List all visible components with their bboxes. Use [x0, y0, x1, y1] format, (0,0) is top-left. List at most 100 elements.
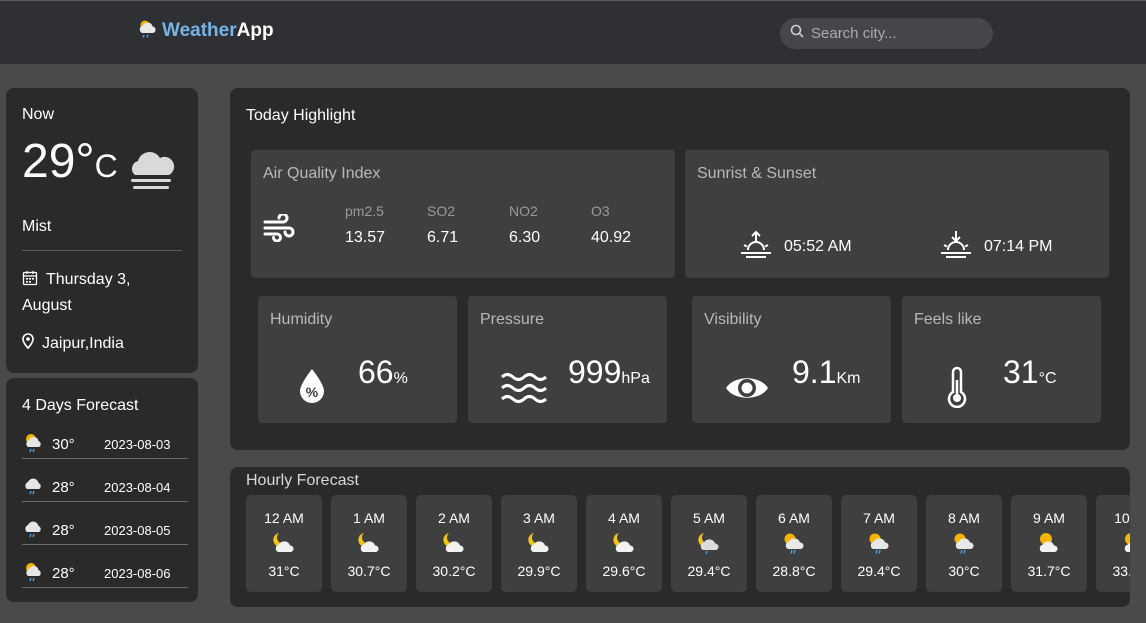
moon-cloud-rain-icon: [671, 530, 747, 556]
brand-logo[interactable]: Weather App: [137, 19, 274, 43]
current-date: Thursday 3, August: [22, 271, 131, 314]
feels-like-tile: Feels like 31°C: [902, 296, 1101, 423]
top-navbar: Weather App: [0, 0, 1146, 64]
feels-like-value: 31: [1003, 354, 1039, 390]
aqi-o3: O3 40.92: [591, 203, 661, 247]
highlight-title: Today Highlight: [246, 107, 356, 124]
humidity-value-group: 66%: [358, 354, 408, 391]
forecast-title: 4 Days Forecast: [22, 397, 139, 414]
hourly-forecast-card[interactable]: Hourly Forecast 12 AM 31°C 1 AM 30.7°C 2 AM 3…: [230, 467, 1130, 607]
hourly-temp: 31°C: [268, 563, 300, 579]
humidity-title: Humidity: [270, 311, 333, 328]
moon-cloud-icon: [246, 530, 322, 556]
hourly-item: 10 AM 33.1°C: [1096, 495, 1130, 592]
feels-like-title: Feels like: [914, 311, 982, 328]
forecast-row: 30° 2023-08-03: [22, 431, 188, 459]
sun-title: Sunrist & Sunset: [697, 165, 817, 182]
location-pin-icon: [22, 333, 34, 354]
hourly-time: 1 AM: [353, 510, 385, 526]
waves-icon: [500, 370, 548, 411]
hourly-item: 12 AM 31°C: [246, 495, 322, 592]
hourly-temp: 29.9°C: [517, 563, 561, 579]
hourly-temp: 30°C: [948, 563, 980, 579]
aqi-label: SO2: [427, 203, 456, 219]
sun-cloud-rain-icon: [926, 530, 1002, 556]
visibility-tile: Visibility 9.1Km: [692, 296, 891, 423]
hourly-temp: 31.7°C: [1027, 563, 1071, 579]
hourly-item: 4 AM 29.6°C: [586, 495, 662, 592]
aqi-value: 13.57: [345, 229, 386, 246]
sunset-icon: [940, 228, 972, 265]
calendar-icon: [22, 270, 38, 294]
humidity-drop-icon: %: [298, 367, 326, 408]
hourly-item: 6 AM 28.8°C: [756, 495, 832, 592]
current-location-row: Jaipur,India: [22, 333, 124, 354]
current-date-row: Thursday 3, August: [22, 268, 182, 318]
hourly-time: 12 AM: [264, 510, 304, 526]
hourly-temp: 30.7°C: [347, 563, 391, 579]
sun-cloud-rain-icon: [841, 530, 917, 556]
aqi-title: Air Quality Index: [263, 165, 381, 182]
aqi-value: 40.92: [591, 229, 632, 246]
divider: [22, 250, 182, 251]
hourly-time: 7 AM: [863, 510, 895, 526]
hourly-temp: 30.2°C: [432, 563, 476, 579]
forecast-date: 2023-08-06: [104, 566, 171, 581]
forecast-temp: 28°: [52, 522, 75, 539]
forecast-date: 2023-08-05: [104, 523, 171, 538]
aqi-value: 6.71: [427, 229, 459, 246]
sun-cloud-icon: [1011, 530, 1087, 556]
forecast-temp: 30°: [52, 436, 75, 453]
hourly-time: 8 AM: [948, 510, 980, 526]
hourly-temp: 29.4°C: [687, 563, 731, 579]
visibility-unit: Km: [836, 370, 861, 387]
forecast-temp: 28°: [52, 479, 75, 496]
hourly-time: 2 AM: [438, 510, 470, 526]
forecast-temp: 28°: [52, 565, 75, 582]
current-condition: Mist: [22, 218, 52, 235]
now-label: Now: [22, 106, 55, 123]
hourly-temp: 33.1°C: [1112, 563, 1130, 579]
search-bar[interactable]: [780, 18, 993, 49]
sunrise-item: 05:52 AM: [740, 228, 852, 265]
air-quality-tile: Air Quality Index pm2.5 13.57 SO2 6.71 N…: [251, 150, 675, 278]
pressure-value-group: 999hPa: [568, 354, 650, 391]
cloud-rain-icon: [22, 474, 52, 501]
hourly-time: 10 AM: [1114, 510, 1130, 526]
aqi-label: O3: [591, 203, 610, 219]
humidity-value: 66: [358, 354, 394, 390]
forecast-row: 28° 2023-08-04: [22, 474, 188, 502]
sun-cloud-rain-icon: [756, 530, 832, 556]
sun-cloud-icon: [1096, 530, 1130, 556]
forecast-date: 2023-08-04: [104, 480, 171, 495]
sunrise-icon: [740, 228, 772, 265]
current-temp-unit: C: [94, 148, 118, 184]
hourly-time: 5 AM: [693, 510, 725, 526]
brand-name-app: App: [236, 20, 274, 41]
hourly-title: Hourly Forecast: [246, 472, 359, 489]
sun-cloud-rain-icon: [22, 560, 52, 587]
sun-cloud-rain-icon: [22, 431, 52, 458]
current-weather-card: Now 29°C Mist Thursday 3, August Jaipur,…: [6, 88, 198, 373]
sunset-time: 07:14 PM: [984, 237, 1053, 255]
moon-cloud-icon: [501, 530, 577, 556]
feels-like-value-group: 31°C: [1003, 354, 1057, 391]
aqi-so2: SO2 6.71: [427, 203, 497, 247]
search-input[interactable]: [811, 25, 986, 42]
forecast-date: 2023-08-03: [104, 437, 171, 452]
hourly-time: 4 AM: [608, 510, 640, 526]
aqi-pm25: pm2.5 13.57: [345, 203, 415, 247]
visibility-value: 9.1: [792, 354, 837, 390]
sunrise-time: 05:52 AM: [784, 237, 852, 255]
pressure-title: Pressure: [480, 311, 545, 328]
hourly-time: 6 AM: [778, 510, 810, 526]
current-temp-value: 29°: [22, 135, 95, 188]
current-location: Jaipur,India: [42, 334, 124, 352]
humidity-unit: %: [393, 370, 408, 387]
hourly-item: 2 AM 30.2°C: [416, 495, 492, 592]
moon-cloud-icon: [331, 530, 407, 556]
moon-cloud-icon: [416, 530, 492, 556]
hourly-item: 9 AM 31.7°C: [1011, 495, 1087, 592]
sunset-item: 07:14 PM: [940, 228, 1052, 265]
hourly-item: 8 AM 30°C: [926, 495, 1002, 592]
